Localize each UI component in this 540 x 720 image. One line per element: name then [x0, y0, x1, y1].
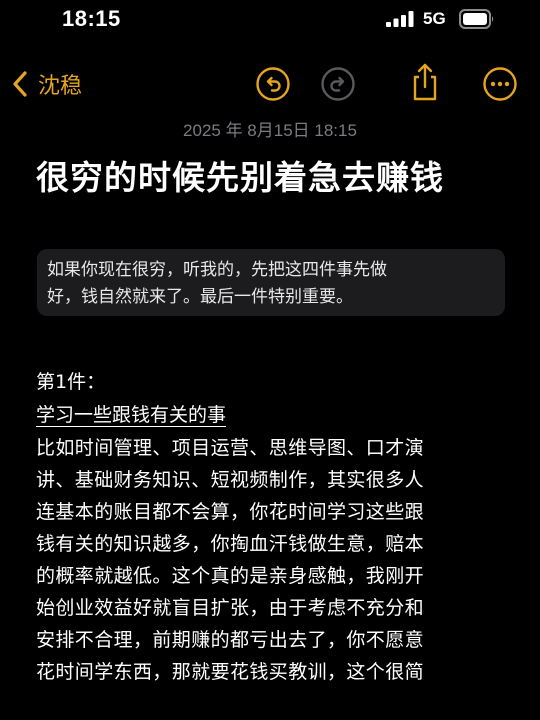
body-line: 比如时间管理、项目运营、思维导图、口才演 — [36, 437, 425, 459]
body-line: 始创业效益好就盲目扩张，由于考虑不充分和 — [36, 597, 425, 619]
back-button[interactable]: 沈稳 — [10, 66, 82, 102]
network-label: 5G — [423, 9, 446, 28]
body-line: 花时间学东西，那就要花钱买教训，这个很简 — [36, 661, 425, 683]
back-label: 沈稳 — [38, 74, 83, 99]
quote-line: 如果你现在很穷，听我的，先把这四件事先做 — [47, 260, 387, 280]
note-body[interactable]: 比如时间管理、项目运营、思维导图、口才演 讲、基础财务知识、短视频制作，其实很多… — [36, 432, 506, 688]
quote-text: 如果你现在很穷，听我的，先把这四件事先做 好，钱自然就来了。最后一件特别重要。 — [47, 257, 495, 311]
status-time: 18:15 — [62, 6, 121, 31]
section-subheading[interactable]: 学习一些跟钱有关的事 — [36, 400, 226, 427]
nav-bar: 沈稳 — [0, 58, 540, 110]
body-line: 钱有关的知识越多，你掏血汗钱做生意，赔本 — [36, 533, 425, 555]
undo-icon[interactable] — [255, 66, 291, 102]
body-line: 安排不合理，前期赚的都亏出去了，你不愿意 — [36, 629, 425, 651]
battery-icon — [459, 9, 494, 29]
redo-icon[interactable] — [320, 66, 356, 102]
note-date: 2025 年 8月15日 18:15 — [183, 121, 357, 140]
body-line: 连基本的账目都不会算，你花时间学习这些跟 — [36, 501, 425, 523]
chevron-left-icon — [13, 71, 27, 97]
note-title[interactable]: 很穷的时候先别着急去赚钱 — [36, 151, 444, 199]
share-icon[interactable] — [407, 62, 443, 102]
body-line: 的概率就越低。这个真的是亲身感触，我刚开 — [36, 565, 425, 587]
status-bar: 18:15 5G — [0, 0, 540, 44]
signal-icon — [386, 11, 414, 27]
quote-block[interactable]: 如果你现在很穷，听我的，先把这四件事先做 好，钱自然就来了。最后一件特别重要。 — [37, 249, 505, 316]
quote-line: 好，钱自然就来了。最后一件特别重要。 — [47, 287, 353, 307]
section-heading[interactable]: 第1件： — [36, 367, 105, 394]
body-line: 讲、基础财务知识、短视频制作，其实很多人 — [36, 469, 425, 491]
more-icon[interactable] — [482, 66, 518, 102]
